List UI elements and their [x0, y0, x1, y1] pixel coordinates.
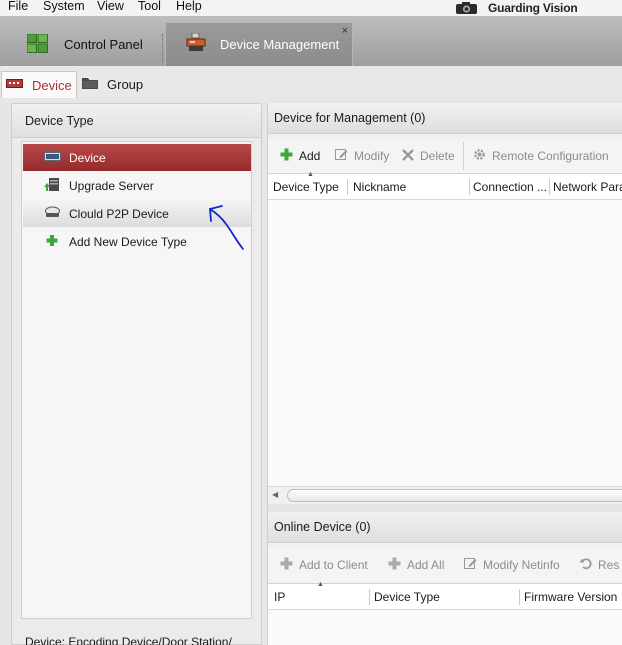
close-icon[interactable]: ×: [342, 25, 348, 37]
column-header[interactable]: Nickname: [353, 180, 406, 194]
brand: Guarding Vision: [455, 0, 578, 16]
modify-netinfo-button[interactable]: Modify Netinfo: [464, 548, 560, 582]
device-type-item-upgrade-server[interactable]: Upgrade Server: [23, 172, 251, 199]
device-icon: [44, 151, 61, 165]
column-separator: [549, 179, 550, 195]
device-type-item-device[interactable]: Device: [23, 144, 251, 171]
plus-icon: [280, 148, 293, 164]
column-header[interactable]: Device Type: [273, 180, 339, 194]
management-title: Device for Management (0): [268, 103, 622, 134]
column-header[interactable]: Network Para: [553, 180, 622, 194]
camera-logo-icon: [455, 1, 479, 15]
delete-device-button[interactable]: Delete: [402, 139, 455, 173]
management-toolbar: Add Modify Delete Remote Configuration: [268, 139, 622, 173]
column-separator: [469, 179, 470, 195]
plus-icon: [44, 234, 61, 250]
button-label: Delete: [420, 149, 455, 163]
edit-icon: [464, 557, 477, 573]
control-panel-grid-icon: [26, 33, 48, 56]
table-header: ▲ IP Device Type Firmware Version: [268, 581, 622, 610]
subtab-device[interactable]: Device: [1, 71, 77, 98]
gear-icon: [473, 148, 486, 164]
scroll-left-icon[interactable]: ◀: [272, 490, 278, 499]
button-label: Add All: [407, 558, 445, 572]
device-management-icon: [186, 32, 206, 56]
button-label: Modify Netinfo: [483, 558, 560, 572]
plus-icon: [388, 557, 401, 573]
button-label: Modify: [354, 149, 390, 163]
online-toolbar: Add to Client Add All Modify Netinfo Res: [268, 548, 622, 582]
section-gap: [268, 504, 622, 512]
button-label: Add to Client: [299, 558, 368, 572]
column-header[interactable]: IP: [274, 590, 285, 604]
column-separator: [347, 179, 348, 195]
add-device-button[interactable]: Add: [280, 139, 320, 173]
menu-system[interactable]: System: [43, 0, 85, 13]
management-panel: Device for Management (0) Add Modify Del…: [267, 103, 622, 645]
list-item-label: Clould P2P Device: [69, 206, 169, 221]
menu-tool[interactable]: Tool: [138, 0, 161, 13]
add-all-button[interactable]: Add All: [388, 548, 444, 582]
online-device-table: ▲ IP Device Type Firmware Version: [268, 581, 622, 645]
horizontal-scrollbar[interactable]: ◀: [268, 486, 622, 504]
tab-device-management[interactable]: Device Management ×: [165, 23, 353, 66]
subtab-group[interactable]: Group: [82, 71, 143, 98]
edit-icon: [335, 148, 348, 164]
button-label: Add: [299, 149, 321, 163]
menu-file[interactable]: File: [8, 0, 28, 13]
scrollbar-thumb[interactable]: [287, 489, 622, 502]
device-type-panel: Device Type Device Upgrade Server Clould…: [11, 103, 262, 645]
column-separator: [519, 589, 520, 605]
reset-arrow-icon: [579, 557, 592, 573]
online-device-title: Online Device (0): [268, 512, 622, 543]
toolbar-separator: [463, 142, 464, 170]
menu-help[interactable]: Help: [176, 0, 202, 13]
tab-label: Control Panel: [64, 37, 143, 52]
device-icon: [6, 78, 23, 92]
add-to-client-button[interactable]: Add to Client: [280, 548, 368, 582]
menu-view[interactable]: View: [97, 0, 124, 13]
tab-label: Device Management: [220, 37, 340, 52]
panel-title: Device Type: [12, 104, 261, 138]
tab-separator: [162, 34, 163, 62]
folder-icon: [82, 76, 98, 93]
sort-caret-icon: ▲: [307, 171, 314, 178]
cloud-device-icon: [44, 206, 61, 221]
button-label: Remote Configuration: [492, 149, 609, 163]
plus-icon: [280, 557, 293, 573]
modify-device-button[interactable]: Modify: [335, 139, 389, 173]
list-item-label: Add New Device Type: [69, 234, 187, 249]
device-type-description: Device: Encoding Device/Door Station/: [25, 635, 232, 645]
column-separator: [369, 589, 370, 605]
column-header[interactable]: Firmware Version: [524, 590, 617, 604]
tab-control-panel[interactable]: Control Panel: [0, 23, 160, 66]
main-tab-bar: Control Panel Device Management ×: [0, 16, 622, 66]
annotation-arrow: [209, 205, 244, 250]
button-label: Res: [598, 558, 620, 572]
list-item-label: Device: [69, 150, 106, 165]
brand-name: Guarding Vision: [488, 1, 578, 15]
column-header[interactable]: Connection ...: [473, 180, 547, 194]
upgrade-server-icon: [44, 177, 61, 195]
reset-button[interactable]: Res: [579, 548, 619, 582]
management-device-table: ▲ Device Type Nickname Connection ... Ne…: [268, 171, 622, 499]
table-header: ▲ Device Type Nickname Connection ... Ne…: [268, 171, 622, 200]
menu-bar: File System View Tool Help Guarding Visi…: [0, 0, 622, 16]
column-header[interactable]: Device Type: [374, 590, 440, 604]
remote-configuration-button[interactable]: Remote Configuration: [473, 139, 609, 173]
list-item-label: Upgrade Server: [69, 178, 154, 193]
sub-tab-bar: Device Group: [0, 66, 622, 98]
sort-caret-icon: ▲: [317, 581, 324, 588]
subtab-label: Group: [107, 77, 144, 92]
subtab-label: Device: [32, 77, 72, 93]
delete-x-icon: [402, 148, 414, 164]
